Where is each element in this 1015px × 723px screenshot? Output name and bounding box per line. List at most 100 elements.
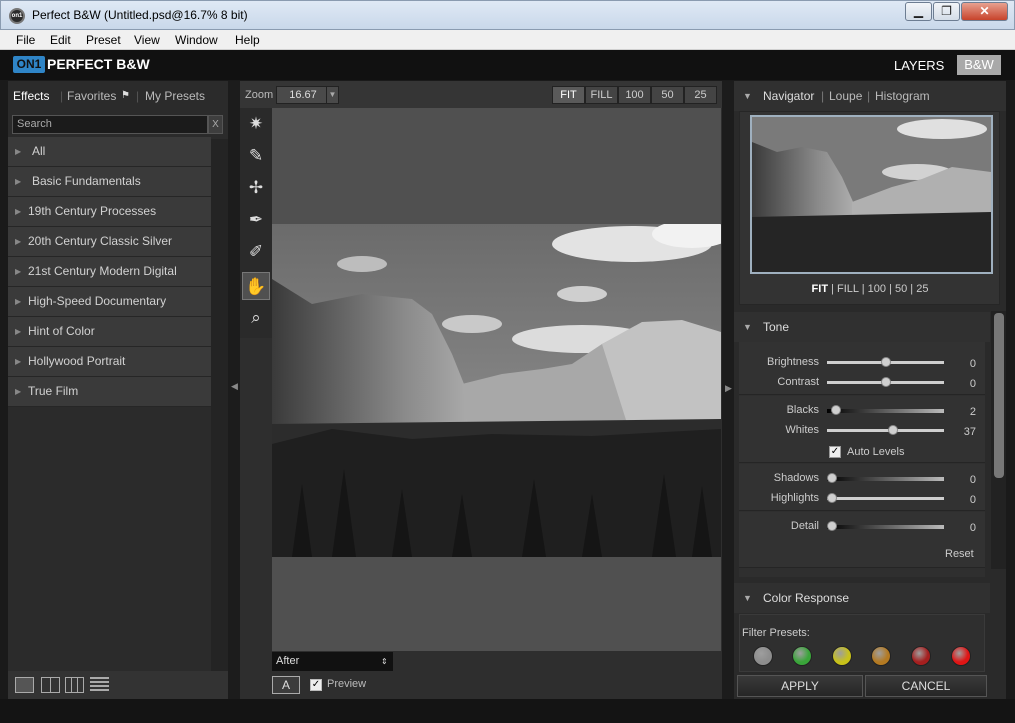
highlights-slider[interactable] (827, 493, 944, 503)
collapse-arrow-icon[interactable]: ▼ (743, 312, 752, 342)
menu-file[interactable]: File (16, 33, 35, 47)
search-input[interactable]: Search (12, 115, 208, 134)
blacks-slider[interactable] (827, 405, 944, 415)
tone-reset-button[interactable]: Reset (945, 548, 974, 560)
category-21st-century[interactable]: ▶ 21st Century Modern Digital (8, 257, 211, 287)
eyedropper-icon[interactable]: ✒ (242, 206, 270, 234)
category-hollywood-portrait[interactable]: ▶ Hollywood Portrait (8, 347, 211, 377)
nav-25-link[interactable]: 25 (916, 283, 928, 295)
menu-edit[interactable]: Edit (50, 33, 71, 47)
right-panel-collapse[interactable]: ▶ (722, 81, 734, 699)
split-view-icon[interactable] (41, 677, 60, 693)
single-view-icon[interactable] (15, 677, 34, 693)
contrast-thumb[interactable] (880, 377, 891, 387)
zoom-fill-button[interactable]: FILL (585, 86, 618, 104)
search-clear-button[interactable]: X (208, 115, 223, 134)
view-mode-select[interactable]: After (272, 652, 393, 671)
shadows-slider[interactable] (827, 473, 944, 483)
color-response-controls: Filter Presets: (739, 614, 985, 672)
zoom-fit-button[interactable]: FIT (552, 86, 585, 104)
masking-bug-icon[interactable]: ✢ (242, 174, 270, 202)
detail-slider[interactable] (827, 521, 944, 531)
left-scrollbar[interactable] (211, 139, 228, 671)
tab-separator: | (821, 89, 825, 103)
minimize-button[interactable]: ▁ (905, 2, 932, 21)
zoom-100-button[interactable]: 100 (618, 86, 651, 104)
apply-button[interactable]: APPLY (737, 675, 863, 697)
tab-effects[interactable]: Effects (13, 89, 49, 103)
hand-tool-icon[interactable]: ✋ (242, 272, 270, 300)
detail-thumb[interactable] (827, 521, 837, 531)
zoom-tool-icon[interactable]: ⌕ (242, 304, 270, 332)
brightness-slider[interactable] (827, 357, 944, 367)
contrast-value: 0 (969, 378, 976, 390)
category-label: 19th Century Processes (28, 204, 157, 218)
zoom-input[interactable]: 16.67 (276, 86, 330, 104)
filter-green-swatch[interactable] (792, 646, 812, 666)
filter-yellow-swatch[interactable] (832, 646, 852, 666)
nav-fill-link[interactable]: FILL (837, 283, 859, 295)
tone-header[interactable]: ▼ Tone (734, 312, 990, 342)
color-response-title: Color Response (763, 591, 850, 605)
preview-checkbox[interactable]: ✓ (310, 679, 322, 691)
detail-label: Detail (790, 520, 819, 532)
restore-button[interactable]: ❐ (933, 2, 960, 21)
collapse-arrow-icon[interactable]: ▼ (743, 81, 752, 111)
category-basic-fundamentals[interactable]: ▶ Basic Fundamentals (8, 167, 211, 197)
zoom-25-button[interactable]: 25 (684, 86, 717, 104)
filter-red-swatch[interactable] (911, 646, 931, 666)
category-high-speed[interactable]: ▶ High-Speed Documentary (8, 287, 211, 317)
expand-arrow-icon: ▶ (15, 207, 22, 216)
window-title: Perfect B&W (Untitled.psd@16.7% 8 bit) (32, 8, 248, 22)
whites-thumb[interactable] (887, 425, 898, 435)
menu-preset[interactable]: Preset (86, 33, 121, 47)
whites-slider[interactable] (827, 425, 944, 435)
compare-a-button[interactable]: A (272, 676, 300, 694)
shadows-highlights-section: Shadows 0 Highlights 0 (739, 464, 985, 511)
tab-navigator[interactable]: Navigator (763, 81, 814, 111)
cancel-button[interactable]: CANCEL (865, 675, 987, 697)
tab-loupe[interactable]: Loupe (829, 81, 862, 111)
collapse-arrow-icon[interactable]: ▼ (743, 583, 752, 613)
menu-window[interactable]: Window (175, 33, 218, 47)
right-scrollbar-thumb[interactable] (994, 313, 1004, 478)
navigator-thumbnail[interactable] (750, 115, 993, 274)
contrast-slider[interactable] (827, 377, 944, 387)
shadows-thumb[interactable] (827, 473, 837, 483)
left-panel-collapse[interactable]: ◀ (228, 81, 240, 699)
zoom-dropdown-icon[interactable]: ▼ (326, 86, 339, 104)
tab-my-presets[interactable]: My Presets (145, 89, 205, 103)
shadows-label: Shadows (773, 472, 819, 484)
blacks-thumb[interactable] (831, 405, 842, 415)
category-hint-of-color[interactable]: ▶ Hint of Color (8, 317, 211, 347)
zoom-50-button[interactable]: 50 (651, 86, 684, 104)
brush-magic-icon[interactable]: ✷ (242, 110, 270, 138)
filter-bright-red-swatch[interactable] (951, 646, 971, 666)
category-20th-century[interactable]: ▶ 20th Century Classic Silver (8, 227, 211, 257)
list-view-icon[interactable] (90, 677, 109, 693)
bw-module-button[interactable]: B&W (957, 55, 1001, 75)
brightness-thumb[interactable] (880, 357, 891, 367)
nav-fit-link[interactable]: FIT (812, 283, 829, 295)
tab-favorites[interactable]: Favorites (67, 89, 116, 103)
layers-module-button[interactable]: LAYERS (894, 58, 944, 73)
close-button[interactable]: ✕ (961, 2, 1008, 21)
column-view-icon[interactable] (65, 677, 84, 693)
auto-levels-checkbox[interactable]: ✓ (829, 446, 841, 458)
highlights-thumb[interactable] (827, 493, 837, 503)
category-list-empty (8, 407, 211, 671)
category-all[interactable]: ▶ All (8, 137, 211, 167)
filter-orange-swatch[interactable] (871, 646, 891, 666)
expand-arrow-icon: ▶ (15, 327, 22, 336)
category-true-film[interactable]: ▶ True Film (8, 377, 211, 407)
blemish-brush-icon[interactable]: ✐ (242, 238, 270, 266)
menu-help[interactable]: Help (235, 33, 260, 47)
nav-50-link[interactable]: 50 (895, 283, 907, 295)
tab-histogram[interactable]: Histogram (875, 81, 930, 111)
category-19th-century[interactable]: ▶ 19th Century Processes (8, 197, 211, 227)
filter-neutral-swatch[interactable] (753, 646, 773, 666)
color-response-header[interactable]: ▼ Color Response (734, 583, 990, 613)
adjustment-brush-icon[interactable]: ✎ (242, 142, 270, 170)
menu-view[interactable]: View (134, 33, 160, 47)
nav-100-link[interactable]: 100 (868, 283, 886, 295)
